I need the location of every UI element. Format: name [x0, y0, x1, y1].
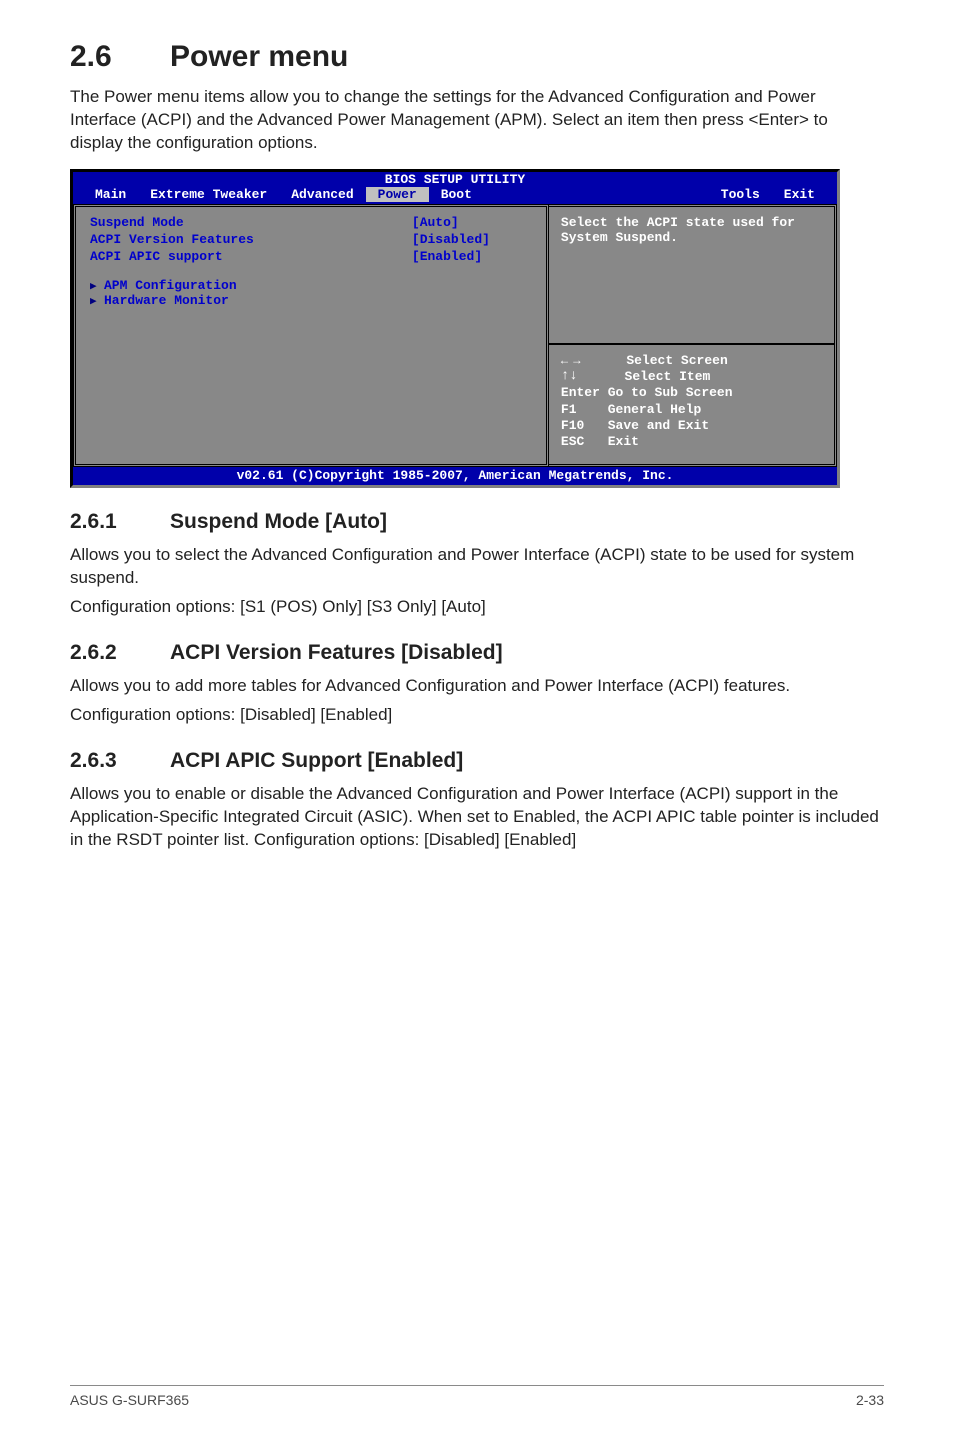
- bios-tab-tools[interactable]: Tools: [709, 187, 772, 202]
- page-heading: 2.6Power menu: [70, 40, 884, 74]
- bios-item-acpi-apic[interactable]: ACPI APIC support [Enabled]: [90, 249, 532, 264]
- bios-item-acpi-version[interactable]: ACPI Version Features [Disabled]: [90, 232, 532, 247]
- bios-item-value: [Auto]: [412, 215, 532, 230]
- footer-left: ASUS G-SURF365: [70, 1392, 189, 1408]
- bios-item-label: ACPI Version Features: [90, 232, 412, 247]
- key-row: ← → Select Screen: [561, 353, 822, 369]
- bios-title: BIOS SETUP UTILITY: [73, 172, 837, 187]
- section-heading: 2.6.1Suspend Mode [Auto]: [70, 510, 884, 534]
- bios-tab-extreme-tweaker[interactable]: Extreme Tweaker: [138, 187, 279, 202]
- bios-key-legend: ← → Select Screen ↑↓ Select Item Enter G…: [549, 343, 834, 465]
- section-number: 2.6.3: [70, 749, 170, 773]
- bios-tab-exit[interactable]: Exit: [772, 187, 827, 202]
- bios-tab-advanced[interactable]: Advanced: [279, 187, 365, 202]
- bios-submenu-apm[interactable]: ▶ APM Configuration: [90, 278, 532, 293]
- arrows-left-right-icon: ← →: [561, 354, 580, 368]
- bios-item-suspend-mode[interactable]: Suspend Mode [Auto]: [90, 215, 532, 230]
- bios-item-value: [Enabled]: [412, 249, 532, 264]
- section-title: ACPI APIC Support [Enabled]: [170, 749, 463, 772]
- triangle-right-icon: ▶: [90, 294, 100, 308]
- section-paragraph: Configuration options: [S1 (POS) Only] […: [70, 596, 884, 619]
- bios-submenu-label: APM Configuration: [104, 278, 237, 293]
- bios-help-spacer: [549, 253, 834, 343]
- section-heading: 2.6.2ACPI Version Features [Disabled]: [70, 641, 884, 665]
- bios-submenu-label: Hardware Monitor: [104, 293, 229, 308]
- page-footer: ASUS G-SURF365 2-33: [70, 1385, 884, 1408]
- section-heading: 2.6.3ACPI APIC Support [Enabled]: [70, 749, 884, 773]
- footer-right: 2-33: [856, 1392, 884, 1408]
- bios-body: Suspend Mode [Auto] ACPI Version Feature…: [73, 204, 837, 468]
- bios-tab-power[interactable]: Power: [366, 187, 429, 202]
- intro-paragraph: The Power menu items allow you to change…: [70, 86, 884, 155]
- triangle-right-icon: ▶: [90, 279, 100, 293]
- bios-settings-panel: Suspend Mode [Auto] ACPI Version Feature…: [73, 204, 549, 468]
- bios-submenu-hardware-monitor[interactable]: ▶ Hardware Monitor: [90, 293, 532, 308]
- heading-number: 2.6: [70, 40, 170, 74]
- bios-footer: v02.61 (C)Copyright 1985-2007, American …: [73, 467, 837, 485]
- bios-tab-boot[interactable]: Boot: [429, 187, 484, 202]
- bios-submenus: ▶ APM Configuration ▶ Hardware Monitor: [90, 278, 532, 308]
- bios-screen: BIOS SETUP UTILITY Main Extreme Tweaker …: [70, 169, 840, 489]
- section-paragraph: Allows you to select the Advanced Config…: [70, 544, 884, 590]
- section-title: ACPI Version Features [Disabled]: [170, 641, 503, 664]
- bios-item-value: [Disabled]: [412, 232, 532, 247]
- section-paragraph: Allows you to add more tables for Advanc…: [70, 675, 884, 698]
- section-paragraph: Configuration options: [Disabled] [Enabl…: [70, 704, 884, 727]
- key-desc: Select Item: [578, 369, 711, 384]
- key-row: F1 General Help: [561, 402, 822, 418]
- section-number: 2.6.2: [70, 641, 170, 665]
- key-row: F10 Save and Exit: [561, 418, 822, 434]
- bios-help-text: Select the ACPI state used for System Su…: [549, 207, 834, 253]
- bios-item-label: Suspend Mode: [90, 215, 412, 230]
- bios-menu-bar: Main Extreme Tweaker Advanced Power Boot…: [73, 187, 837, 204]
- bios-item-label: ACPI APIC support: [90, 249, 412, 264]
- key-row: ESC Exit: [561, 434, 822, 450]
- key-row: Enter Go to Sub Screen: [561, 385, 822, 401]
- key-desc: Select Screen: [580, 353, 728, 368]
- arrows-up-down-icon: ↑↓: [561, 371, 578, 382]
- bios-help-panel: Select the ACPI state used for System Su…: [549, 204, 837, 468]
- section-number: 2.6.1: [70, 510, 170, 534]
- section-paragraph: Allows you to enable or disable the Adva…: [70, 783, 884, 852]
- section-title: Suspend Mode [Auto]: [170, 510, 387, 533]
- heading-title: Power menu: [170, 40, 348, 73]
- bios-tab-main[interactable]: Main: [83, 187, 138, 202]
- key-row: ↑↓ Select Item: [561, 369, 822, 385]
